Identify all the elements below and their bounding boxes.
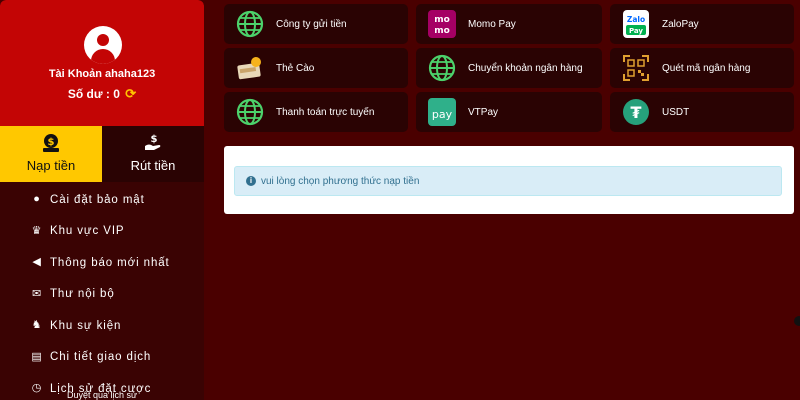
envelope-icon: ✉ [31, 287, 43, 300]
sidebar-item-label: Chi tiết giao dịch [50, 351, 152, 364]
balance-row: Số dư : 0 ⟳ [0, 86, 204, 102]
sidebar-item-label: Thông báo mới nhất [50, 256, 170, 269]
zalopay-icon: Zalo Pay [623, 10, 649, 38]
vtpay-icon-text: pay [432, 108, 453, 121]
payment-method-scratch-card[interactable]: Thẻ Cào [224, 48, 408, 88]
balance-value: 0 [113, 87, 120, 101]
sidebar-item-label: Khu vực VIP [50, 225, 125, 238]
payment-method-bank-transfer[interactable]: Chuyển khoản ngân hàng [416, 48, 602, 88]
avatar-icon[interactable] [84, 26, 122, 64]
info-alert-text: vui lòng chọn phương thức nạp tiền [261, 175, 420, 187]
sidebar-item-vip[interactable]: ♛ Khu vực VIP [0, 216, 204, 248]
document-icon: ▤ [31, 350, 43, 363]
momo-icon: mo mo [428, 10, 456, 38]
payment-label: ZaloPay [662, 18, 699, 30]
payment-method-momo[interactable]: mo mo Momo Pay [416, 4, 602, 44]
money-bag-icon: $ [43, 134, 59, 152]
sidebar-item-label: Cài đặt bảo mật [50, 193, 145, 206]
scroll-handle[interactable] [794, 316, 800, 326]
notice-panel: i vui lòng chọn phương thức nạp tiền [224, 146, 794, 214]
tab-withdraw[interactable]: $ Rút tiền [102, 126, 204, 182]
payment-method-online[interactable]: Thanh toán trực tuyến [224, 92, 408, 132]
payment-label: VTPay [468, 106, 499, 118]
payment-label: Thẻ Cào [276, 62, 315, 74]
sidebar-item-inbox[interactable]: ✉ Thư nội bộ [0, 279, 204, 311]
hand-money-icon: $ [145, 134, 161, 150]
info-icon: i [246, 176, 256, 186]
sidebar-item-events[interactable]: ♞ Khu sự kiện [0, 310, 204, 342]
sidebar-menu: ● Cài đặt bảo mật ♛ Khu vực VIP ◀ Thông … [0, 184, 204, 400]
zalopay-icon-text-bottom: Pay [629, 27, 643, 35]
account-name: Tài Khoản ahaha123 [48, 68, 156, 80]
scratch-card-icon [237, 57, 261, 80]
balance-label: Số dư : [67, 87, 110, 101]
payment-method-qr-scan[interactable]: Quét mã ngân hàng [610, 48, 794, 88]
sidebar-item-label: Khu sự kiện [50, 319, 122, 332]
user-lock-icon: ● [33, 193, 41, 205]
refresh-icon[interactable]: ⟳ [125, 86, 136, 101]
profile-card: Tài Khoản ahaha123 Số dư : 0 ⟳ [0, 0, 204, 126]
info-alert: i vui lòng chọn phương thức nạp tiền [234, 166, 782, 196]
tether-icon-text: ₮ [630, 103, 641, 122]
globe-icon [428, 54, 456, 82]
crown-icon: ♛ [31, 224, 43, 237]
payment-label: Thanh toán trực tuyến [276, 106, 375, 118]
tab-deposit-label: Nạp tiền [26, 158, 76, 173]
momo-icon-text-bottom: mo [434, 26, 450, 36]
tether-icon: ₮ [623, 99, 649, 125]
svg-text:$: $ [48, 137, 55, 148]
momo-icon-text-top: mo [434, 15, 450, 25]
globe-icon [236, 98, 264, 126]
avatar-head [97, 34, 109, 46]
tab-withdraw-label: Rút tiền [130, 158, 176, 173]
svg-text:$: $ [151, 134, 158, 145]
deposit-withdraw-tabs: $ Nạp tiền $ Rút tiền [0, 126, 204, 182]
avatar-body [91, 49, 115, 64]
bottom-tooltip: Duyệt qua lịch sử [66, 390, 138, 400]
tab-deposit[interactable]: $ Nạp tiền [0, 126, 102, 182]
globe-icon [236, 10, 264, 38]
payment-label: Chuyển khoản ngân hàng [468, 62, 583, 74]
sidebar-item-label: Thư nội bộ [50, 288, 115, 301]
sidebar: Tài Khoản ahaha123 Số dư : 0 ⟳ $ Nạp tiề… [0, 0, 204, 400]
payment-method-zalopay[interactable]: Zalo Pay ZaloPay [610, 4, 794, 44]
payment-label: Công ty gửi tiền [276, 18, 347, 30]
vtpay-icon: pay [428, 98, 456, 126]
sidebar-item-security[interactable]: ● Cài đặt bảo mật [0, 184, 204, 216]
sidebar-item-transactions[interactable]: ▤ Chi tiết giao dịch [0, 342, 204, 374]
payment-label: Momo Pay [468, 18, 516, 30]
payment-label: Quét mã ngân hàng [662, 62, 751, 74]
payment-method-usdt[interactable]: ₮ USDT [610, 92, 794, 132]
qr-scan-icon [623, 55, 649, 81]
megaphone-icon: ◀ [32, 256, 42, 268]
zalopay-icon-text-top: Zalo [627, 15, 645, 24]
payment-method-company[interactable]: Công ty gửi tiền [224, 4, 408, 44]
trophy-icon: ♞ [31, 319, 43, 331]
sidebar-item-notifications[interactable]: ◀ Thông báo mới nhất [0, 247, 204, 279]
payment-label: USDT [662, 106, 690, 118]
payment-method-vtpay[interactable]: pay VTPay [416, 92, 602, 132]
